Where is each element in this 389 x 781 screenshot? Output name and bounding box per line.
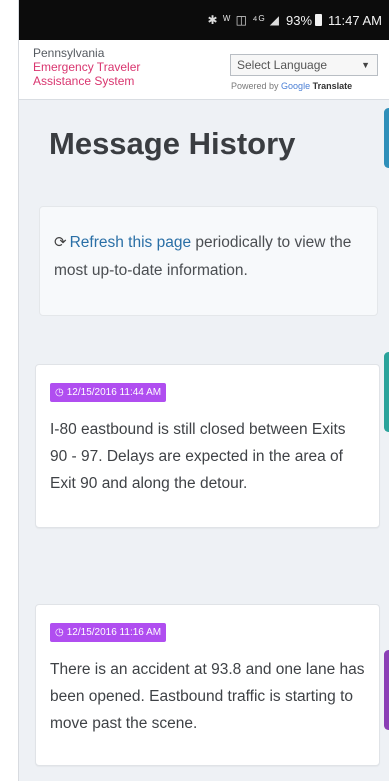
message-text: I-80 eastbound is still closed between E…	[50, 421, 346, 492]
org-line-2: Emergency Traveler	[33, 60, 141, 74]
powered-by-label: Powered by	[231, 81, 279, 91]
chevron-down-icon: ▼	[361, 60, 370, 70]
side-tab-blue[interactable]	[384, 108, 389, 168]
timestamp-text: 12/15/2016 11:44 AM	[66, 387, 162, 398]
battery-percent: 93%	[286, 12, 313, 28]
message-text: There is an accident at 93.8 and one lan…	[50, 661, 365, 732]
page-title: Message History	[49, 126, 296, 161]
org-line-3: Assistance System	[33, 74, 135, 88]
site-header: Pennsylvania Emergency Traveler Assistan…	[19, 40, 389, 100]
status-icons: ✱ ᵂ ◫ ⁴ᴳ ◢	[207, 13, 280, 27]
refresh-icon: ⟳	[54, 234, 67, 251]
org-line-1: Pennsylvania	[33, 46, 105, 60]
status-bar: ✱ ᵂ ◫ ⁴ᴳ ◢ 93% 11:47 AM	[19, 0, 389, 40]
battery-indicator: 93%	[286, 12, 323, 28]
message-card: ◷ 12/15/2016 11:16 AM There is an accide…	[35, 604, 380, 766]
status-time: 11:47 AM	[328, 12, 382, 28]
app-frame: ✱ ᵂ ◫ ⁴ᴳ ◢ 93% 11:47 AM Pennsylvania Eme…	[18, 0, 389, 781]
timestamp-badge: ◷ 12/15/2016 11:16 AM	[50, 623, 167, 642]
clock-icon: ◷	[55, 387, 64, 398]
language-select[interactable]: Select Language ▼	[230, 54, 378, 76]
refresh-link[interactable]: Refresh this page	[70, 234, 192, 251]
powered-by-google-translate[interactable]: Powered by Google Translate	[231, 81, 352, 91]
message-card: ◷ 12/15/2016 11:44 AM I-80 eastbound is …	[35, 364, 380, 528]
refresh-info-box: ⟳ Refresh this page periodically to view …	[39, 206, 378, 316]
translate-label: Translate	[312, 81, 353, 91]
language-select-label: Select Language	[237, 58, 328, 72]
side-tab-purple[interactable]	[384, 650, 389, 730]
battery-icon	[315, 14, 323, 26]
timestamp-text: 12/15/2016 11:16 AM	[66, 627, 162, 638]
timestamp-badge: ◷ 12/15/2016 11:44 AM	[50, 383, 167, 402]
google-logo: Google	[281, 81, 311, 91]
side-tab-teal[interactable]	[384, 352, 389, 432]
site-logo[interactable]: Pennsylvania Emergency Traveler Assistan…	[33, 46, 140, 88]
clock-icon: ◷	[55, 627, 64, 638]
